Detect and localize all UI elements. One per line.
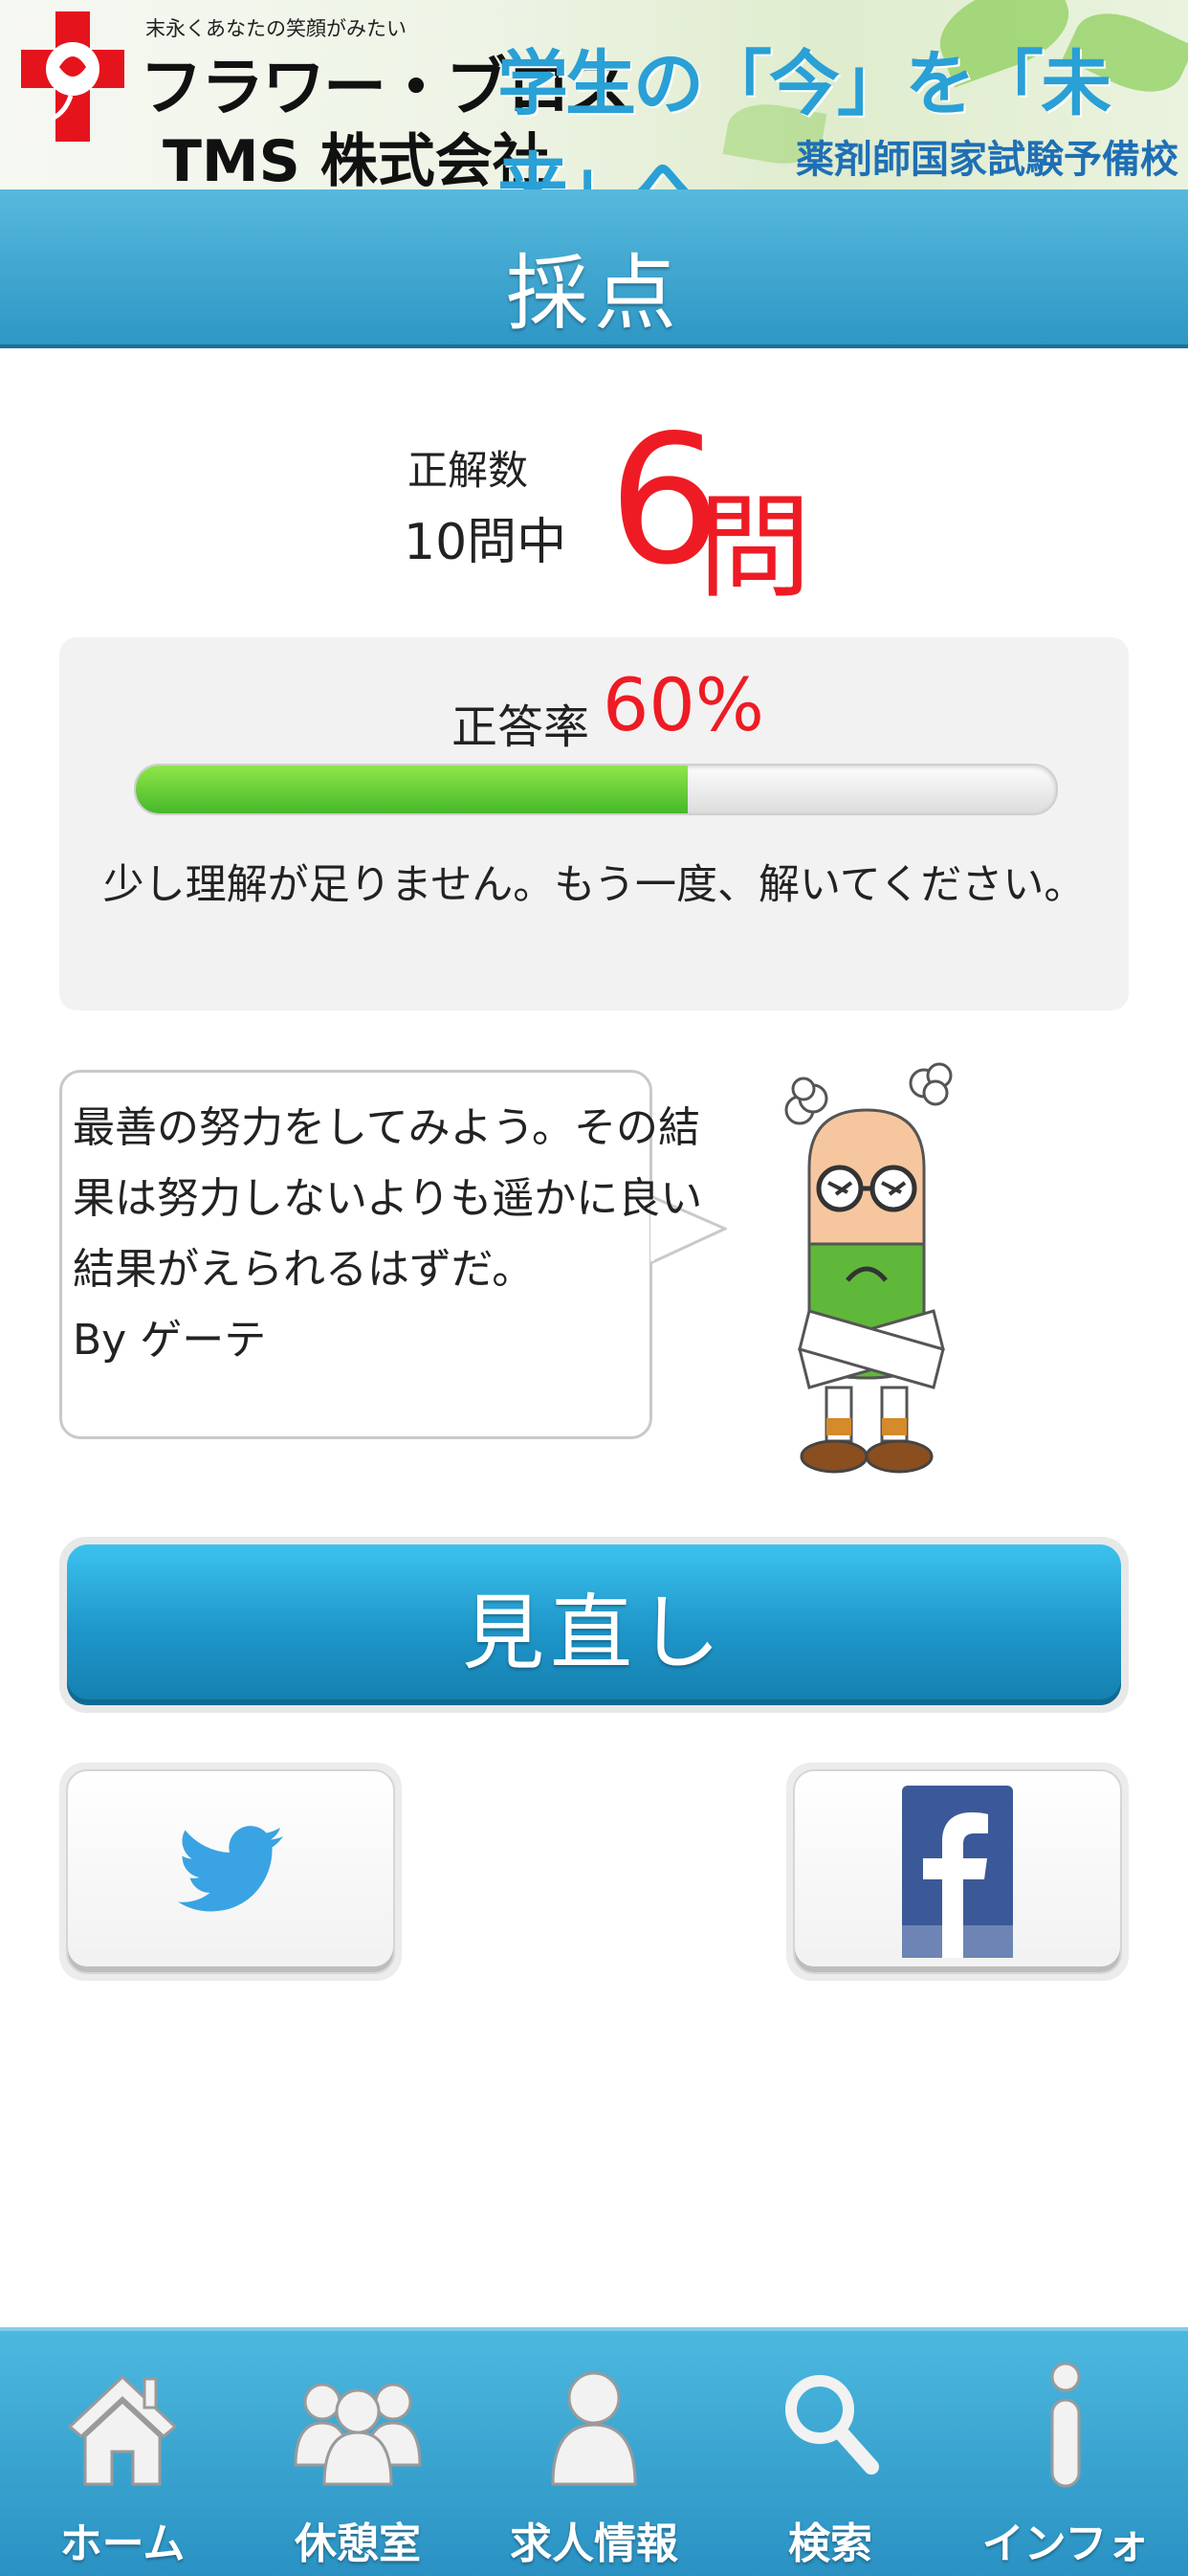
bottom-tab-bar: ホーム 休憩室 求人情報 検索 インフォ [0, 2327, 1188, 2576]
accuracy-panel [59, 637, 1129, 1010]
quote-line: 果は努力しないよりも遥かに良い [73, 1174, 703, 1223]
accuracy-value: 60% [603, 662, 764, 747]
tab-search-label: 検索 [788, 2520, 872, 2568]
review-button[interactable]: 見直し [59, 1537, 1129, 1713]
tab-lounge-label: 休憩室 [295, 2520, 421, 2568]
feedback-message: 少し理解が足りません。もう一度、解いてください。 [102, 861, 1086, 909]
banner-school-name: 薬剤師国家試験予備校 [796, 138, 1178, 182]
quote-line: 最善の努力をしてみよう。その結 [73, 1103, 701, 1152]
facebook-icon [902, 1786, 1013, 1958]
quote-line: 結果がえられるはずだ。 [73, 1245, 535, 1294]
tab-home[interactable]: ホーム [4, 2331, 241, 2576]
ad-banner[interactable]: 末永くあなたの笑顔がみたい フラワー・ブロス TMS 株式会社 学生の「今」を「… [0, 0, 1188, 189]
tab-search[interactable]: 検索 [712, 2331, 949, 2576]
correct-count-unit: 問 [698, 481, 812, 613]
tab-jobs-label: 求人情報 [510, 2520, 678, 2568]
correct-count-label: 正解数 [407, 447, 529, 494]
twitter-bird-icon [178, 1826, 283, 1912]
quote-author: By ゲーテ [73, 1316, 267, 1365]
tab-lounge[interactable]: 休憩室 [239, 2331, 476, 2576]
group-icon [294, 2383, 422, 2486]
tab-info[interactable]: インフォ [947, 2331, 1184, 2576]
tab-info-label: インフォ [981, 2520, 1150, 2568]
info-icon [1050, 2362, 1081, 2488]
accuracy-progress-bar [134, 764, 1058, 815]
tab-jobs[interactable]: 求人情報 [475, 2331, 713, 2576]
review-button-label: 見直し [462, 1585, 726, 1681]
tab-home-label: ホーム [59, 2520, 186, 2568]
accuracy-progress-fill [136, 766, 689, 813]
mascot-character-icon [784, 1062, 953, 1474]
facebook-share-button[interactable] [786, 1763, 1129, 1981]
search-icon [785, 2375, 879, 2475]
accuracy-label: 正答率 [451, 700, 590, 754]
title-bar: 採点 [0, 189, 1188, 348]
twitter-share-button[interactable] [59, 1763, 402, 1981]
page-title: 採点 [506, 246, 682, 342]
total-questions-label: 10問中 [404, 514, 567, 571]
company-logo-icon [21, 11, 124, 142]
home-icon [67, 2374, 178, 2486]
person-icon [551, 2371, 637, 2486]
banner-company-name: TMS 株式会社 [163, 128, 550, 189]
